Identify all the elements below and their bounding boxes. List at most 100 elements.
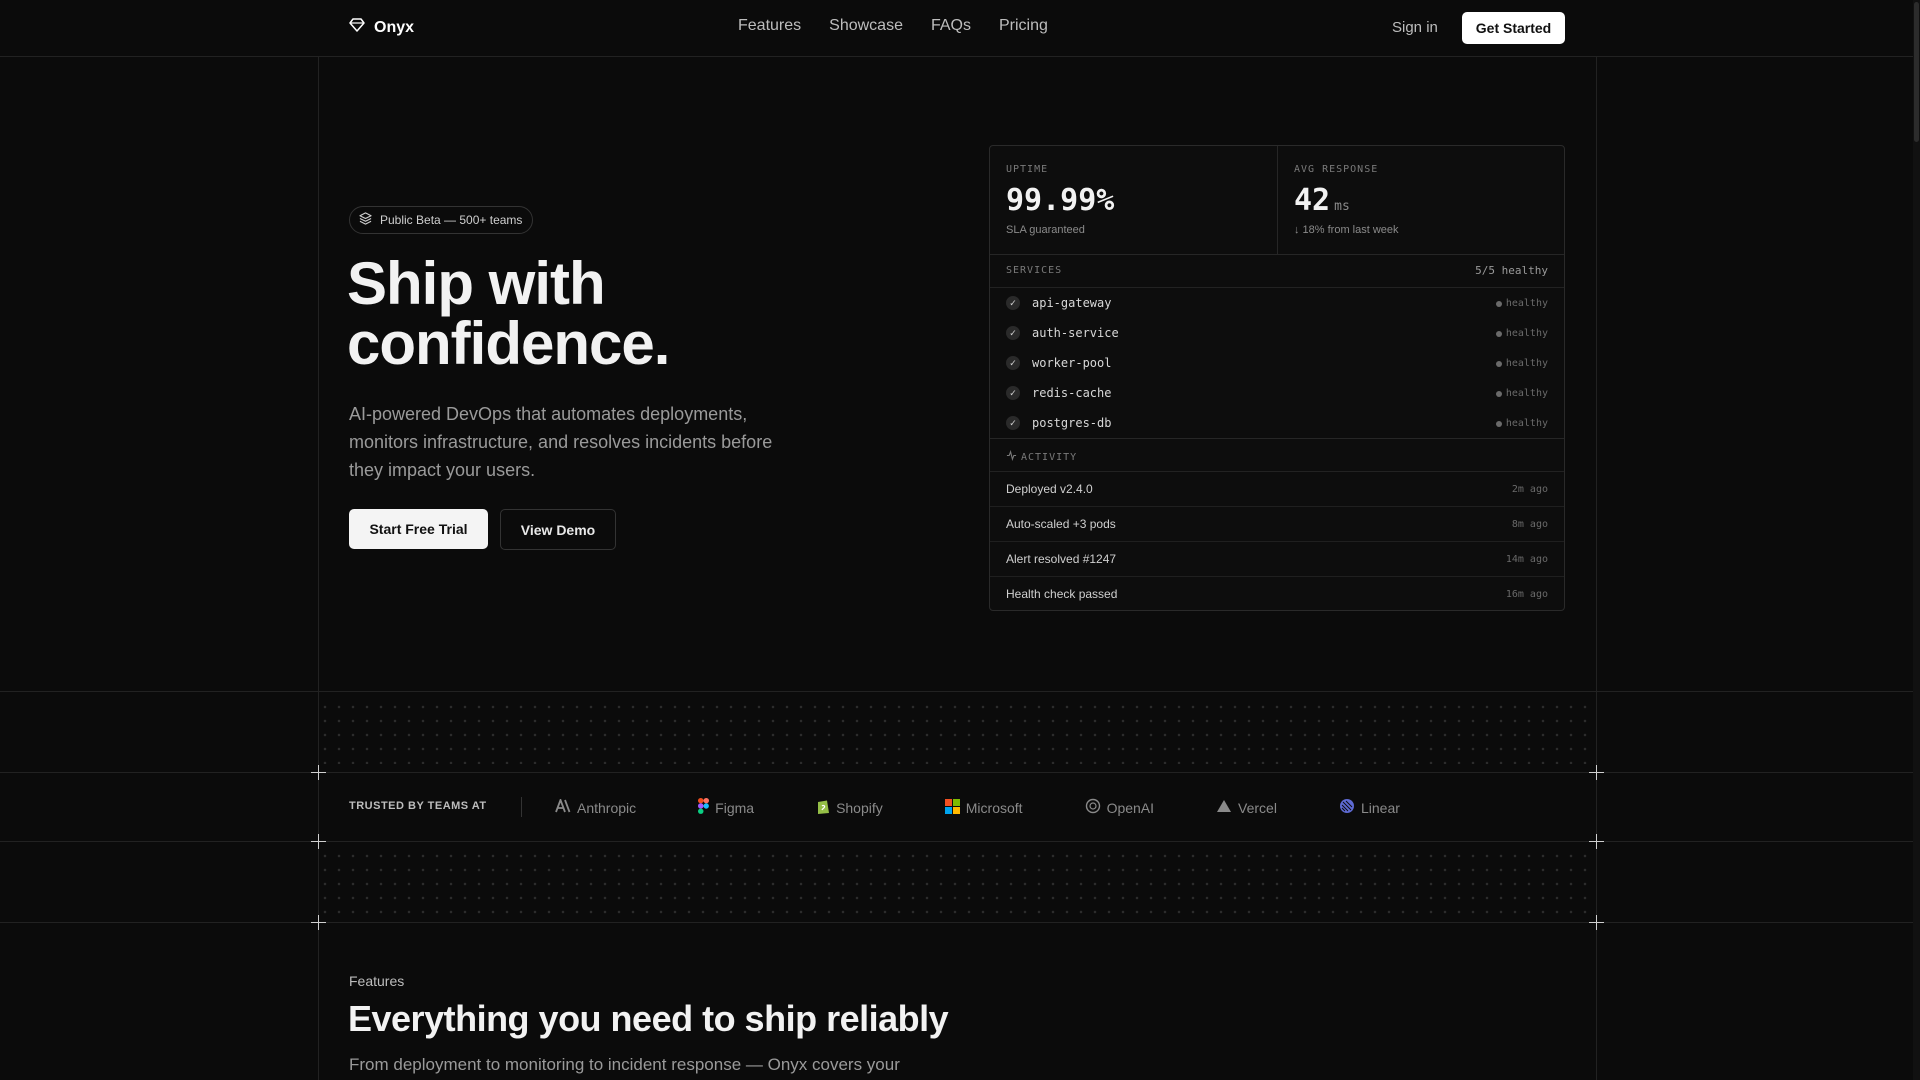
service-status: healthy (1495, 298, 1548, 309)
diamond-logo-icon (349, 17, 365, 38)
plus-marker (311, 915, 326, 930)
hero-title-line1: Ship with (347, 250, 606, 317)
trusted-divider (521, 797, 522, 817)
uptime-value: 99.99% (1006, 183, 1115, 218)
view-demo-button[interactable]: View Demo (500, 509, 616, 550)
service-status-label: healthy (1505, 388, 1548, 399)
anthropic-icon (555, 797, 571, 816)
logo-linear-label: Linear (1360, 799, 1400, 816)
response-metric: AVG RESPONSE 42 ms ↓ 18% from last week (1277, 146, 1564, 254)
service-status: healthy (1495, 388, 1548, 399)
activity-time: 8m ago (1511, 519, 1548, 530)
service-name: worker-pool (1032, 356, 1112, 370)
service-status-label: healthy (1505, 298, 1548, 309)
activity-header: ACTIVITY (990, 438, 1564, 472)
service-row: ✓ api-gateway healthy (990, 288, 1564, 318)
status-dot-icon (1495, 300, 1502, 307)
status-dashboard-card: UPTIME 99.99% SLA guaranteed AVG RESPONS… (989, 145, 1565, 611)
hero-subtitle: AI-powered DevOps that automates deploym… (349, 404, 773, 480)
brand-name: Onyx (374, 18, 415, 36)
activity-time: 16m ago (1505, 589, 1548, 600)
check-icon: ✓ (1006, 416, 1020, 430)
service-status-label: healthy (1505, 328, 1548, 339)
status-dot-icon (1495, 390, 1502, 397)
service-name: redis-cache (1032, 386, 1112, 400)
features-title: Everything you need to ship reliably (348, 998, 949, 1039)
activity-time: 14m ago (1505, 554, 1548, 565)
shopify-icon (816, 798, 830, 817)
response-value: 42 (1294, 183, 1331, 218)
check-icon: ✓ (1006, 386, 1020, 400)
activity-row: Auto-scaled +3 pods 8m ago (990, 506, 1564, 542)
activity-text: Alert resolved #1247 (1006, 552, 1117, 566)
plus-marker (1589, 765, 1604, 780)
plus-marker (311, 834, 326, 849)
nav-link-faqs[interactable]: FAQs (931, 17, 971, 35)
service-name: postgres-db (1032, 416, 1112, 430)
service-name: auth-service (1032, 326, 1119, 340)
activity-label-wrap: ACTIVITY (1006, 449, 1077, 464)
service-status-label: healthy (1505, 358, 1548, 369)
service-status-label: healthy (1505, 418, 1548, 429)
get-started-button[interactable]: Get Started (1462, 12, 1565, 44)
beta-badge: Public Beta — 500+ teams (349, 206, 534, 234)
vercel-icon (1216, 799, 1232, 816)
logo-openai-label: OpenAI (1106, 799, 1155, 816)
hero-title-line2: confidence. (347, 310, 670, 377)
logo-microsoft: Microsoft (944, 798, 1023, 817)
dot-grid-top (318, 700, 1596, 764)
plus-marker (311, 765, 326, 780)
service-name: api-gateway (1032, 296, 1112, 310)
logo-anthropic: Anthropic (555, 797, 637, 816)
services-header: SERVICES 5/5 healthy (990, 254, 1564, 288)
service-status: healthy (1495, 418, 1548, 429)
metrics-row: UPTIME 99.99% SLA guaranteed AVG RESPONS… (990, 146, 1564, 255)
status-dot-icon (1495, 360, 1502, 367)
brand-logo[interactable]: Onyx (349, 17, 414, 38)
nav-link-features[interactable]: Features (738, 17, 801, 35)
response-sub: ↓ 18% from last week (1294, 224, 1399, 236)
logo-anthropic-label: Anthropic (577, 799, 637, 816)
nav-link-showcase[interactable]: Showcase (829, 17, 903, 35)
logo-microsoft-label: Microsoft (965, 799, 1023, 816)
features-subtitle: From deployment to monitoring to inciden… (349, 1055, 900, 1074)
status-dot-icon (1495, 330, 1502, 337)
response-label: AVG RESPONSE (1294, 164, 1379, 175)
check-icon: ✓ (1006, 326, 1020, 340)
uptime-metric: UPTIME 99.99% SLA guaranteed (990, 146, 1277, 254)
hero-title: Ship with confidence. (347, 250, 670, 377)
logo-shopify: Shopify (816, 798, 883, 817)
nav-links: Features Showcase FAQs Pricing (738, 17, 1048, 35)
guide-line-h4 (0, 922, 1913, 923)
page-scrollbar[interactable] (1913, 0, 1920, 1080)
pulse-icon (1006, 449, 1017, 464)
logo-vercel: Vercel (1216, 799, 1277, 816)
logo-openai: OpenAI (1085, 798, 1154, 817)
openai-icon (1085, 798, 1101, 817)
activity-row: Alert resolved #1247 14m ago (990, 541, 1564, 577)
service-status: healthy (1495, 328, 1548, 339)
nav-link-pricing[interactable]: Pricing (999, 17, 1048, 35)
activity-text: Deployed v2.4.0 (1006, 482, 1093, 496)
linear-icon (1339, 798, 1355, 817)
status-dot-icon (1495, 420, 1502, 427)
services-count: 5/5 healthy (1475, 264, 1548, 277)
service-status: healthy (1495, 358, 1548, 369)
sign-in-link[interactable]: Sign in (1392, 19, 1438, 36)
service-row: ✓ postgres-db healthy (990, 408, 1564, 438)
activity-row: Deployed v2.4.0 2m ago (990, 471, 1564, 507)
logo-figma: Figma (698, 798, 754, 817)
figma-icon (698, 798, 710, 817)
trusted-label: TRUSTED BY TEAMS AT (349, 800, 487, 812)
scrollbar-thumb[interactable] (1914, 2, 1919, 142)
guide-line-h3 (0, 841, 1913, 842)
start-free-trial-button[interactable]: Start Free Trial (349, 509, 488, 549)
layers-icon (359, 212, 372, 228)
logo-vercel-label: Vercel (1238, 799, 1277, 816)
microsoft-icon (944, 798, 960, 817)
activity-text: Auto-scaled +3 pods (1006, 517, 1116, 531)
logo-linear: Linear (1339, 798, 1400, 817)
activity-time: 2m ago (1511, 484, 1548, 495)
trusted-logos: Anthropic Figma Shopify Microsoft OpenAI… (555, 797, 1400, 817)
check-icon: ✓ (1006, 296, 1020, 310)
